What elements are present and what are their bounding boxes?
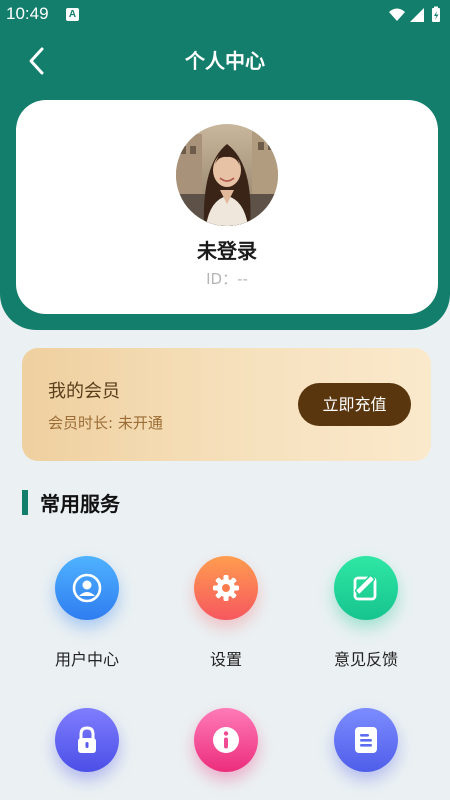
document-icon <box>334 708 398 772</box>
user-id: ID：-- <box>206 270 248 288</box>
page-title: 个人中心 <box>185 49 265 73</box>
lock-icon <box>55 708 119 772</box>
service-document[interactable] <box>301 708 431 798</box>
section-title: 常用服务 <box>40 492 120 516</box>
vip-duration: 会员时长: 未开通 <box>48 414 163 432</box>
profile-card: 未登录 ID：-- <box>16 100 438 314</box>
status-time: 10:49 <box>6 4 49 23</box>
service-label: 设置 <box>209 650 242 669</box>
service-label: 用户中心 <box>54 650 119 669</box>
service-feedback[interactable]: 意见反馈 <box>301 556 431 670</box>
section-accent-bar <box>22 490 28 515</box>
signal-icon <box>410 8 424 22</box>
vip-card: 我的会员 会员时长: 未开通 立即充值 <box>22 348 431 461</box>
service-user-center[interactable]: 用户中心 <box>22 556 152 670</box>
status-bar: 10:49 A <box>0 0 450 30</box>
service-settings[interactable]: 设置 <box>161 556 291 670</box>
service-label: 意见反馈 <box>333 650 398 669</box>
status-icons <box>388 6 444 28</box>
vip-title: 我的会员 <box>48 381 120 402</box>
wifi-icon <box>389 8 405 21</box>
service-about[interactable] <box>161 708 291 798</box>
service-lock[interactable] <box>22 708 152 798</box>
gear-icon <box>194 556 258 620</box>
notification-icon: A <box>66 8 79 21</box>
avatar[interactable] <box>176 124 278 226</box>
battery-icon <box>432 6 440 22</box>
user-icon <box>55 556 119 620</box>
avatar-photo <box>176 124 278 226</box>
edit-icon <box>334 556 398 620</box>
info-icon <box>194 708 258 772</box>
user-name[interactable]: 未登录 <box>16 235 438 264</box>
recharge-button[interactable]: 立即充值 <box>298 383 411 426</box>
